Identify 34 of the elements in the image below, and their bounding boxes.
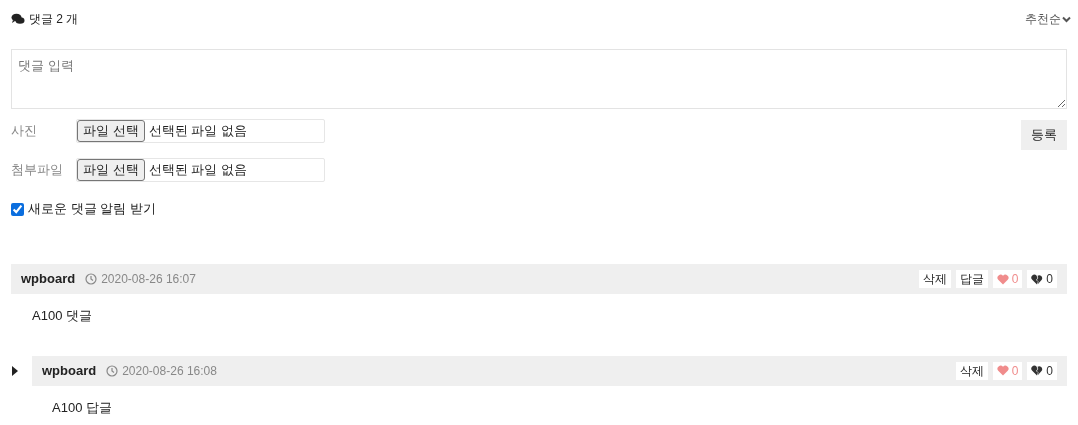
- sort-dropdown[interactable]: 추천순: [1025, 10, 1071, 28]
- comment-count: 댓글 2 개: [29, 11, 79, 28]
- comment-author: wpboard: [21, 270, 76, 289]
- file-label: 사진: [11, 122, 38, 141]
- comment-date: 2020-08-26 16:08: [122, 362, 217, 380]
- chat-bubbles-icon: [11, 13, 25, 25]
- comment-input[interactable]: 댓글 입력: [11, 49, 1067, 109]
- notify-label: 새로운 댓글 알림 받기: [28, 200, 156, 219]
- file-status: 선택된 파일 없음: [148, 122, 247, 141]
- file-label: 첨부파일: [11, 161, 64, 180]
- dislike-button[interactable]: 0: [1027, 270, 1057, 288]
- broken-heart-icon: [1031, 273, 1044, 285]
- chevron-down-icon: [1062, 15, 1071, 23]
- comment-body: A100 답글: [52, 399, 112, 415]
- broken-heart-icon: [1031, 365, 1044, 376]
- comment-body: A100 댓글: [32, 308, 92, 323]
- choose-file-button[interactable]: 파일 선택: [77, 159, 145, 181]
- file-input[interactable]: 파일 선택 선택된 파일 없음: [76, 158, 325, 182]
- caret-icon: [12, 365, 18, 376]
- choose-file-button[interactable]: 파일 선택: [77, 120, 145, 142]
- notify-checkbox[interactable]: [11, 202, 24, 216]
- reply-button[interactable]: 답글: [955, 270, 988, 288]
- file-input[interactable]: 파일 선택 선택된 파일 없음: [76, 119, 325, 143]
- comment-author: wpboard: [42, 361, 97, 380]
- heart-icon: [996, 365, 1009, 376]
- delete-button[interactable]: 삭제: [918, 270, 951, 288]
- dislike-button[interactable]: 0: [1027, 361, 1057, 380]
- file-status: 선택된 파일 없음: [148, 161, 247, 180]
- comment-date: 2020-08-26 16:07: [101, 271, 196, 288]
- delete-button[interactable]: 삭제: [955, 361, 988, 380]
- submit-button[interactable]: 등록: [1021, 120, 1067, 150]
- heart-icon: [996, 273, 1009, 285]
- clock-icon: [106, 364, 119, 377]
- clock-icon: [85, 273, 98, 285]
